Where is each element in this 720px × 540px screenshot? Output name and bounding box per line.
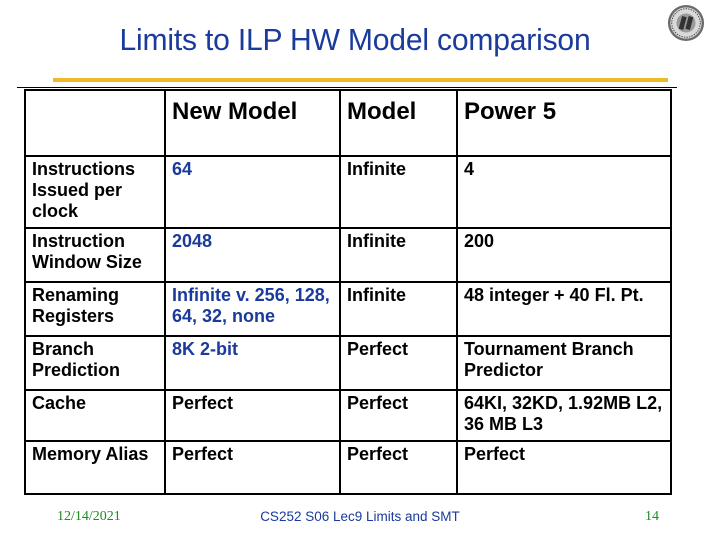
header-power5-label: Power 5 <box>464 98 557 125</box>
power5-cell: Perfect <box>456 440 672 495</box>
header-cell-empty <box>24 89 166 157</box>
power5-cell: 200 <box>456 227 672 283</box>
table-row: Branch Prediction 8K 2-bit Perfect Tourn… <box>24 335 672 391</box>
header-cell-power5: Power 5 <box>456 89 672 157</box>
header-new-model-label: New Model <box>172 98 298 125</box>
new-model-cell: 8K 2-bit <box>164 335 341 391</box>
power5-cell: 4 <box>456 155 672 229</box>
comparison-table: New Model Model Power 5 Instructions Iss… <box>24 89 672 495</box>
model-cell: Perfect <box>339 389 458 442</box>
model-cell: Infinite <box>339 281 458 337</box>
new-model-cell: Perfect <box>164 440 341 495</box>
footer-course-title: CS252 S06 Lec9 Limits and SMT <box>260 509 460 524</box>
model-cell: Infinite <box>339 155 458 229</box>
new-model-cell: Infinite v. 256, 128, 64, 32, none <box>164 281 341 337</box>
new-model-cell: Perfect <box>164 389 341 442</box>
row-label: Instruction Window Size <box>24 227 166 283</box>
slide-title: Limits to ILP HW Model comparison <box>119 22 591 57</box>
model-cell: Perfect <box>339 335 458 391</box>
university-seal-icon <box>667 4 705 42</box>
new-model-cell: 2048 <box>164 227 341 283</box>
row-label: Branch Prediction <box>24 335 166 391</box>
model-cell: Perfect <box>339 440 458 495</box>
new-model-cell: 64 <box>164 155 341 229</box>
model-cell: Infinite <box>339 227 458 283</box>
power5-cell: 48 integer + 40 Fl. Pt. <box>456 281 672 337</box>
power5-cell: 64KI, 32KD, 1.92MB L2, 36 MB L3 <box>456 389 672 442</box>
table-row: Renaming Registers Infinite v. 256, 128,… <box>24 281 672 337</box>
title-underline-gold <box>53 78 668 82</box>
header-cell-model: Model <box>339 89 458 157</box>
table-row: Instructions Issued per clock 64 Infinit… <box>24 155 672 229</box>
row-label: Instructions Issued per clock <box>24 155 166 229</box>
row-label: Cache <box>24 389 166 442</box>
footer-page-number: 14 <box>645 509 659 524</box>
table-header-row: New Model Model Power 5 <box>24 89 672 157</box>
power5-cell: Tournament Branch Predictor <box>456 335 672 391</box>
title-underline-black <box>17 87 677 88</box>
header-cell-new-model: New Model <box>164 89 341 157</box>
table-row: Instruction Window Size 2048 Infinite 20… <box>24 227 672 283</box>
row-label: Memory Alias <box>24 440 166 495</box>
row-label: Renaming Registers <box>24 281 166 337</box>
table-row: Memory Alias Perfect Perfect Perfect <box>24 440 672 495</box>
table-row: Cache Perfect Perfect 64KI, 32KD, 1.92MB… <box>24 389 672 442</box>
header-model-label: Model <box>347 98 417 125</box>
